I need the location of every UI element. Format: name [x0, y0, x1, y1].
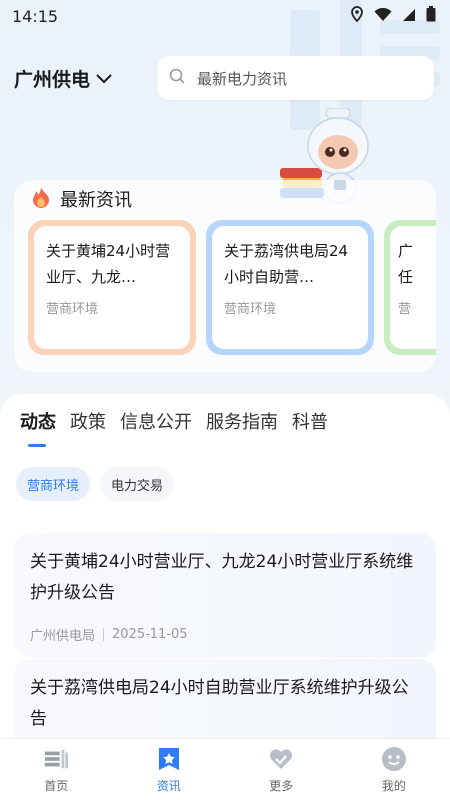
nav-home[interactable]: 首页 — [0, 739, 113, 800]
meta-divider — [103, 628, 105, 641]
news-card[interactable]: 广任 营 — [384, 220, 436, 355]
news-card[interactable]: 关于荔湾供电局24小时自助营… 营商环境 — [206, 220, 374, 355]
article-source: 广州供电局 — [30, 629, 96, 644]
tab-service-guide[interactable]: 服务指南 — [206, 408, 278, 434]
status-time: 14:15 — [12, 6, 59, 26]
latest-news-title: 最新资讯 — [60, 190, 132, 211]
active-tab-indicator — [28, 444, 46, 447]
status-icons — [350, 6, 436, 26]
main-content: 动态 政策 信息公开 服务指南 科普 营商环境 电力交易 关于黄埔24小时营业厅… — [0, 394, 450, 779]
search-icon — [169, 68, 185, 88]
more-icon — [268, 746, 294, 772]
latest-news-panel: 最新资讯 关于黄埔24小时营业厅、九龙… 营商环境 关于荔湾供电局24小时自助营… — [14, 180, 436, 372]
status-bar: 14:15 — [0, 0, 450, 32]
signal-icon — [402, 7, 416, 26]
nav-home-label: 首页 — [44, 779, 69, 793]
latest-news-header: 最新资讯 — [32, 186, 132, 212]
article-title: 关于黄埔24小时营业厅、九龙24小时营业厅系统维护升级公告 — [30, 552, 414, 603]
battery-icon — [426, 6, 436, 26]
nav-news[interactable]: 资讯 — [113, 739, 226, 800]
search-input[interactable]: 最新电力资讯 — [157, 56, 434, 100]
article-card[interactable]: 关于黄埔24小时营业厅、九龙24小时营业厅系统维护升级公告 广州供电局 2025… — [14, 533, 436, 658]
news-card-tag: 营商环境 — [46, 302, 99, 317]
header: 广州供电 最新电力资讯 — [14, 56, 434, 100]
wifi-icon — [374, 7, 392, 26]
news-card-title: 关于荔湾供电局24小时自助营… — [224, 242, 349, 286]
tab-information-disclosure[interactable]: 信息公开 — [120, 408, 192, 434]
city-selector[interactable]: 广州供电 — [14, 65, 112, 92]
nav-profile[interactable]: 我的 — [338, 739, 450, 800]
city-label: 广州供电 — [14, 68, 91, 91]
news-card-tag: 营 — [398, 302, 412, 317]
article-title: 关于荔湾供电局24小时自助营业厅系统维护升级公告 — [30, 678, 409, 729]
filter-chips: 营商环境 电力交易 — [16, 467, 175, 501]
news-card[interactable]: 关于黄埔24小时营业厅、九龙… 营商环境 — [28, 220, 196, 355]
article-date: 2025-11-05 — [112, 627, 188, 642]
chevron-down-icon — [96, 67, 112, 89]
location-icon — [350, 6, 364, 26]
chip-power-trading[interactable]: 电力交易 — [100, 467, 175, 501]
nav-more[interactable]: 更多 — [225, 739, 338, 800]
news-icon — [156, 746, 182, 772]
category-tabs: 动态 政策 信息公开 服务指南 科普 — [20, 408, 328, 434]
news-card-tag: 营商环境 — [224, 302, 277, 317]
news-card-title: 关于黄埔24小时营业厅、九龙… — [46, 242, 171, 286]
nav-more-label: 更多 — [269, 779, 294, 793]
nav-profile-label: 我的 — [381, 779, 406, 793]
tab-policy[interactable]: 政策 — [70, 408, 106, 434]
news-card-carousel[interactable]: 关于黄埔24小时营业厅、九龙… 营商环境 关于荔湾供电局24小时自助营… 营商环… — [28, 220, 436, 358]
home-icon — [43, 746, 69, 772]
tab-dynamics[interactable]: 动态 — [20, 408, 56, 434]
nav-news-label: 资讯 — [156, 779, 181, 793]
news-card-title: 广任 — [398, 242, 414, 286]
profile-icon — [381, 746, 407, 772]
search-placeholder: 最新电力资讯 — [197, 69, 288, 88]
article-meta: 广州供电局 2025-11-05 — [30, 625, 420, 644]
chip-business-environment[interactable]: 营商环境 — [16, 467, 91, 501]
fire-icon — [32, 186, 50, 213]
tab-science[interactable]: 科普 — [292, 408, 328, 434]
bottom-navigation: 首页 资讯 更多 我的 — [0, 738, 450, 800]
